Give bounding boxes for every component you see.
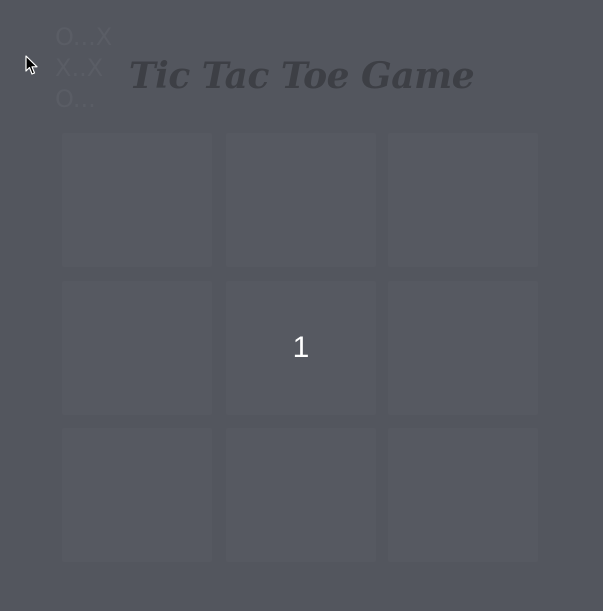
- board-cell-5[interactable]: 1: [226, 281, 376, 415]
- cell-2-value: [226, 133, 376, 267]
- board-cell-3[interactable]: [388, 133, 538, 267]
- board-cell-1[interactable]: [62, 133, 212, 267]
- cell-8-value: [226, 428, 376, 562]
- cell-6-value: [388, 281, 538, 415]
- board-cell-2[interactable]: [226, 133, 376, 267]
- board-cell-8[interactable]: [226, 428, 376, 562]
- cell-1-value: [62, 133, 212, 267]
- cell-9-value: [388, 428, 538, 562]
- arrow-cursor-icon: [25, 55, 38, 75]
- cell-4-value: [62, 281, 212, 415]
- board-cell-4[interactable]: [62, 281, 212, 415]
- game-board: 1: [62, 133, 540, 563]
- game-page: O...X X..X O... Tic Tac Toe Game 1: [0, 0, 603, 611]
- scoreboard-line-1: O...X: [55, 23, 113, 51]
- board-cell-6[interactable]: [388, 281, 538, 415]
- cell-3-value: [388, 133, 538, 267]
- cell-5-value: 1: [292, 331, 310, 364]
- board-cell-9[interactable]: [388, 428, 538, 562]
- page-title: Tic Tac Toe Game: [128, 55, 475, 97]
- board-cell-7[interactable]: [62, 428, 212, 562]
- cell-7-value: [62, 428, 212, 562]
